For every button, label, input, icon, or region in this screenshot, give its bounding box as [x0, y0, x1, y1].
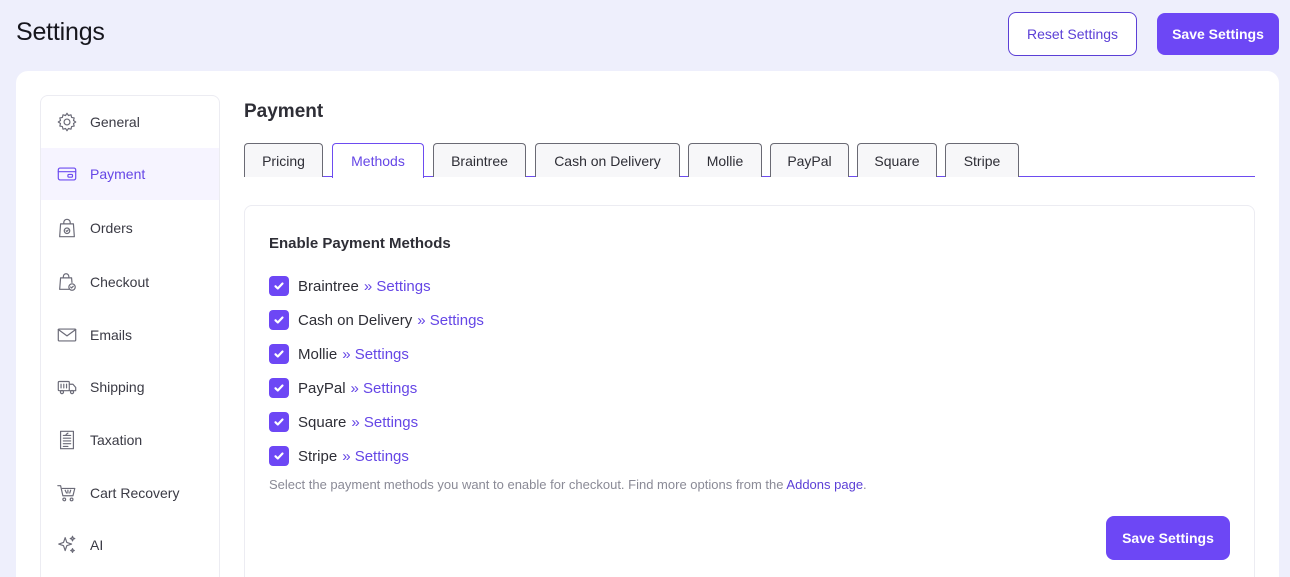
method-row-paypal: PayPal » Settings [269, 377, 417, 399]
tab-cash-on-delivery[interactable]: Cash on Delivery [535, 143, 680, 177]
help-text-body: Select the payment methods you want to e… [269, 477, 784, 492]
square-checkbox[interactable] [269, 412, 289, 432]
payment-methods-panel: Enable Payment Methods Braintree » Setti… [244, 205, 1255, 577]
receipt-icon [56, 429, 78, 451]
tab-paypal[interactable]: PayPal [770, 143, 849, 177]
sidebar-item-label: Emails [90, 327, 133, 343]
method-label: Braintree [298, 277, 359, 295]
sidebar-item-ai[interactable]: AI [41, 519, 219, 571]
check-icon [274, 452, 284, 460]
tab-braintree[interactable]: Braintree [433, 143, 526, 177]
method-label: Square [298, 413, 347, 431]
method-label: Stripe [298, 447, 338, 465]
stripe-settings-link[interactable]: » Settings [342, 448, 409, 465]
paypal-checkbox[interactable] [269, 378, 289, 398]
sidebar-item-taxation[interactable]: Taxation [41, 414, 219, 466]
sidebar-item-payment[interactable]: Payment [41, 148, 219, 200]
tab-methods[interactable]: Methods [332, 143, 424, 178]
sidebar-item-label: Checkout [90, 274, 150, 290]
reset-settings-button[interactable]: Reset Settings [1008, 12, 1137, 56]
addons-page-link[interactable]: Addons page [786, 477, 863, 492]
cart-icon [56, 482, 78, 504]
sidebar-item-label: General [90, 114, 140, 130]
paypal-settings-link[interactable]: » Settings [351, 380, 418, 397]
help-text: Select the payment methods you want to e… [269, 477, 867, 492]
tab-pricing[interactable]: Pricing [244, 143, 323, 177]
tab-stripe[interactable]: Stripe [945, 143, 1019, 177]
sidebar-item-label: Payment [90, 166, 146, 182]
mollie-checkbox[interactable] [269, 344, 289, 364]
braintree-checkbox[interactable] [269, 276, 289, 296]
tab-square[interactable]: Square [857, 143, 937, 177]
sidebar: General Payment Orders Checkout Emails S… [40, 95, 220, 577]
cash-on-delivery-settings-link[interactable]: » Settings [417, 312, 484, 329]
help-text-suffix: . [863, 477, 867, 492]
check-icon [274, 350, 284, 358]
method-label: Cash on Delivery [298, 311, 413, 329]
tab-mollie[interactable]: Mollie [688, 143, 762, 177]
sidebar-item-label: Orders [90, 220, 133, 236]
method-row-square: Square » Settings [269, 411, 418, 433]
sidebar-item-general[interactable]: General [41, 96, 219, 148]
sidebar-item-shipping[interactable]: Shipping [41, 361, 219, 413]
panel-title: Enable Payment Methods [269, 235, 451, 252]
method-row-cash-on-delivery: Cash on Delivery » Settings [269, 309, 484, 331]
stripe-checkbox[interactable] [269, 446, 289, 466]
method-row-stripe: Stripe » Settings [269, 445, 409, 467]
check-icon [274, 384, 284, 392]
envelope-icon [56, 324, 78, 346]
check-icon [274, 316, 284, 324]
sparkle-icon [56, 534, 78, 556]
cash-on-delivery-checkbox[interactable] [269, 310, 289, 330]
credit-card-icon [56, 163, 78, 185]
bag-check-icon [56, 271, 78, 293]
section-title: Payment [244, 101, 324, 122]
check-icon [274, 282, 284, 290]
settings-card: General Payment Orders Checkout Emails S… [16, 71, 1279, 577]
method-row-braintree: Braintree » Settings [269, 275, 431, 297]
tab-bar: Pricing Methods Braintree Cash on Delive… [244, 143, 1255, 178]
method-label: PayPal [298, 379, 346, 397]
save-settings-button[interactable]: Save Settings [1157, 13, 1279, 55]
sidebar-item-orders[interactable]: Orders [41, 202, 219, 254]
mollie-settings-link[interactable]: » Settings [342, 346, 409, 363]
sidebar-item-label: Cart Recovery [90, 485, 180, 501]
square-settings-link[interactable]: » Settings [351, 414, 418, 431]
sidebar-item-emails[interactable]: Emails [41, 309, 219, 361]
sidebar-item-label: AI [90, 537, 104, 553]
panel-save-settings-button[interactable]: Save Settings [1106, 516, 1230, 560]
check-icon [274, 418, 284, 426]
gear-icon [56, 111, 78, 133]
sidebar-item-label: Shipping [90, 379, 145, 395]
sidebar-item-cart-recovery[interactable]: Cart Recovery [41, 467, 219, 519]
method-row-mollie: Mollie » Settings [269, 343, 409, 365]
truck-icon [56, 376, 78, 398]
sidebar-item-label: Taxation [90, 432, 143, 448]
braintree-settings-link[interactable]: » Settings [364, 278, 431, 295]
method-label: Mollie [298, 345, 338, 363]
shopping-bag-icon [56, 217, 78, 239]
page-title: Settings [16, 18, 105, 46]
sidebar-item-checkout[interactable]: Checkout [41, 256, 219, 308]
